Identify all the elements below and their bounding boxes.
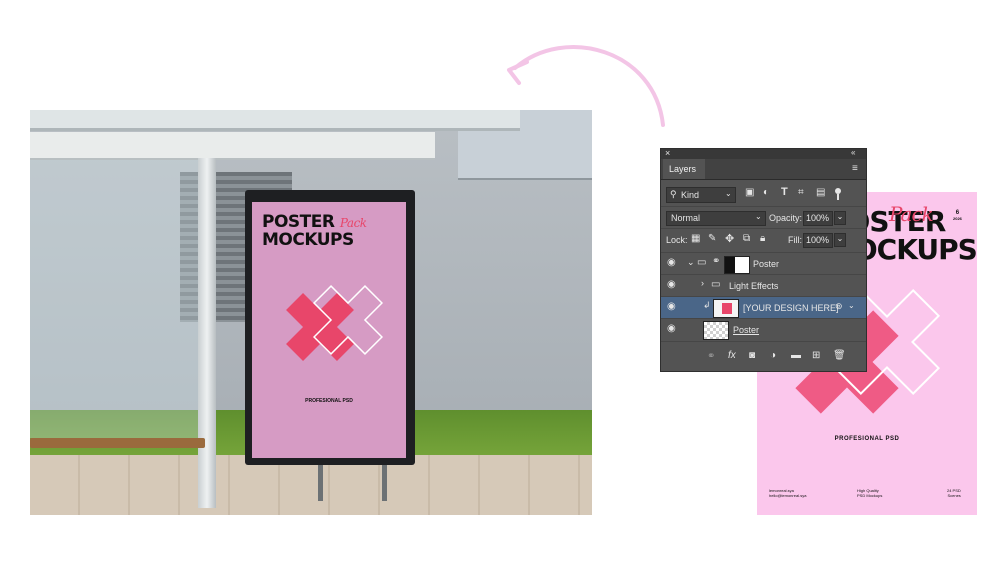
link-icon[interactable]: ⚭ — [707, 351, 715, 362]
smart-filter-icon[interactable]: ▤ — [816, 187, 825, 198]
poster-title-script: Pack — [889, 202, 934, 226]
smart-object-icon: ⊚ — [835, 301, 843, 311]
bench — [30, 438, 205, 448]
folder-icon[interactable]: ▬ — [791, 350, 801, 361]
opacity-value: 100% — [806, 213, 830, 223]
poster-mid-label: PROFESIONAL PSD — [834, 436, 900, 442]
lock-label: Lock: — [666, 235, 688, 245]
opacity-dropdown-icon[interactable]: ⌄ — [834, 211, 846, 225]
fill-dropdown-icon[interactable]: ⌄ — [834, 233, 846, 247]
filter-kind-select[interactable]: ⚲ Kind ⌄ — [666, 187, 736, 203]
layers-footer-toolbar: ⚭ fx ◙ ◑ ▬ ⊞ 🗑︎ — [661, 341, 866, 372]
blend-row: Normal ⌄ Opacity: 100% ⌄ — [661, 206, 866, 229]
chevron-down-icon: ⌄ — [755, 212, 762, 221]
layer-name: [YOUR DESIGN HERE] — [743, 303, 839, 313]
scene-poster: POSTER Pack MOCKUPS PROFESIONAL PSD — [252, 202, 406, 458]
folder-icon: ▭ — [711, 279, 721, 290]
eye-icon[interactable]: ◉ — [667, 257, 676, 268]
eye-icon[interactable]: ◉ — [667, 323, 676, 334]
new-layer-icon[interactable]: ⊞ — [812, 350, 820, 361]
panel-titlebar: × « — [661, 148, 866, 159]
layer-name: Light Effects — [729, 281, 779, 291]
blend-mode-value: Normal — [671, 213, 701, 223]
layers-panel: × « Layers ≡ ⚲ Kind ⌄ ▣ ◐ T ⌗ ▤ Normal ⌄… — [660, 148, 867, 372]
layer-name: Poster — [733, 325, 760, 335]
smart-object-thumbnail — [713, 299, 739, 318]
link-icon: ⚭ — [712, 256, 721, 267]
close-icon[interactable]: × — [665, 148, 670, 158]
filter-row: ⚲ Kind ⌄ ▣ ◐ T ⌗ ▤ — [661, 183, 866, 205]
fill-input[interactable]: 100% — [803, 233, 833, 248]
poster-title-line2: MOCKUPS — [262, 230, 354, 250]
tab-layers-label: Layers — [669, 164, 697, 174]
poster-mid-label: PROFESIONAL PSD — [305, 398, 353, 404]
shelter-glass — [30, 158, 213, 438]
layer-row-poster-group[interactable]: ◉ ⌄ ▭ ⚭ Poster — [661, 252, 866, 275]
eye-icon[interactable]: ◉ — [667, 301, 676, 312]
menu-icon[interactable]: ≡ — [852, 163, 858, 174]
search-icon: ⚲ — [670, 189, 677, 199]
folder-icon: ▭ — [697, 257, 707, 268]
mask-icon[interactable]: ◙ — [749, 350, 755, 361]
image-filter-icon[interactable]: ▣ — [745, 187, 754, 198]
poster-foot-right: 24 PSD Scenes — [947, 488, 961, 498]
poster-title-script: Pack — [339, 216, 367, 230]
adjustment-icon[interactable]: ◑ — [770, 350, 776, 361]
tab-layers[interactable]: Layers — [663, 159, 705, 179]
fill-value: 100% — [806, 235, 830, 245]
lock-move-icon[interactable]: ✥ — [725, 232, 734, 245]
poster-corner-year: 2026 — [953, 216, 962, 221]
collapse-icon[interactable]: « — [851, 148, 855, 157]
lock-pixels-icon[interactable]: ▦ — [691, 233, 700, 244]
chevron-down-icon[interactable]: ⌄ — [687, 257, 695, 268]
layer-row-your-design[interactable]: ◉ ↲ [YOUR DESIGN HERE] ⊚ ⌄ — [661, 296, 866, 319]
shelter-roof — [30, 110, 520, 131]
chevron-down-icon[interactable]: ⌄ — [848, 301, 855, 310]
fx-icon[interactable]: fx — [728, 350, 736, 361]
blend-mode-select[interactable]: Normal ⌄ — [666, 211, 766, 226]
layer-row-light-effects[interactable]: ◉ › ▭ Light Effects — [661, 274, 866, 297]
cross-graphic — [286, 284, 384, 361]
chevron-down-icon: ⌄ — [725, 189, 732, 198]
opacity-label: Opacity: — [769, 213, 803, 223]
clip-arrow-icon: ↲ — [703, 300, 711, 310]
layer-thumbnail — [703, 321, 729, 340]
lock-all-icon[interactable]: 🔒︎ — [760, 233, 765, 244]
lock-artboard-icon[interactable]: ⧉ — [743, 233, 750, 244]
chevron-right-icon[interactable]: › — [701, 278, 704, 288]
display-leg — [318, 465, 323, 501]
type-filter-icon[interactable]: T — [781, 186, 788, 198]
panel-tabbar: Layers ≡ — [661, 159, 866, 180]
filter-kind-label: Kind — [681, 190, 700, 200]
shape-filter-icon[interactable]: ⌗ — [798, 187, 804, 198]
bus-stop-scene-photo: POSTER Pack MOCKUPS PROFESIONAL PSD — [30, 110, 592, 515]
poster-foot-mid: High Quality PSD Mockups — [857, 488, 883, 498]
adjustment-filter-icon[interactable]: ◐ — [763, 187, 769, 198]
poster-foot-left: lemonreal.sya hello@lemonreal.sya — [769, 488, 807, 498]
lock-row: Lock: ▦ ✎ ✥ ⧉ 🔒︎ Fill: 100% ⌄ — [661, 228, 866, 251]
layer-row-poster[interactable]: ◉ Poster — [661, 318, 866, 341]
opacity-input[interactable]: 100% — [803, 211, 833, 226]
toggle-filter-stem — [837, 194, 839, 200]
lock-brush-icon[interactable]: ✎ — [708, 233, 716, 244]
display-leg — [382, 465, 387, 501]
fill-label: Fill: — [788, 235, 802, 245]
layer-name: Poster — [753, 259, 780, 269]
eye-icon[interactable]: ◉ — [667, 279, 676, 290]
trash-icon[interactable]: 🗑︎ — [833, 350, 846, 361]
shelter-beam — [30, 132, 435, 160]
layer-mask-thumbnail — [724, 256, 750, 274]
poster-title-line1: POSTER — [262, 212, 335, 232]
shelter-pole — [198, 158, 216, 508]
